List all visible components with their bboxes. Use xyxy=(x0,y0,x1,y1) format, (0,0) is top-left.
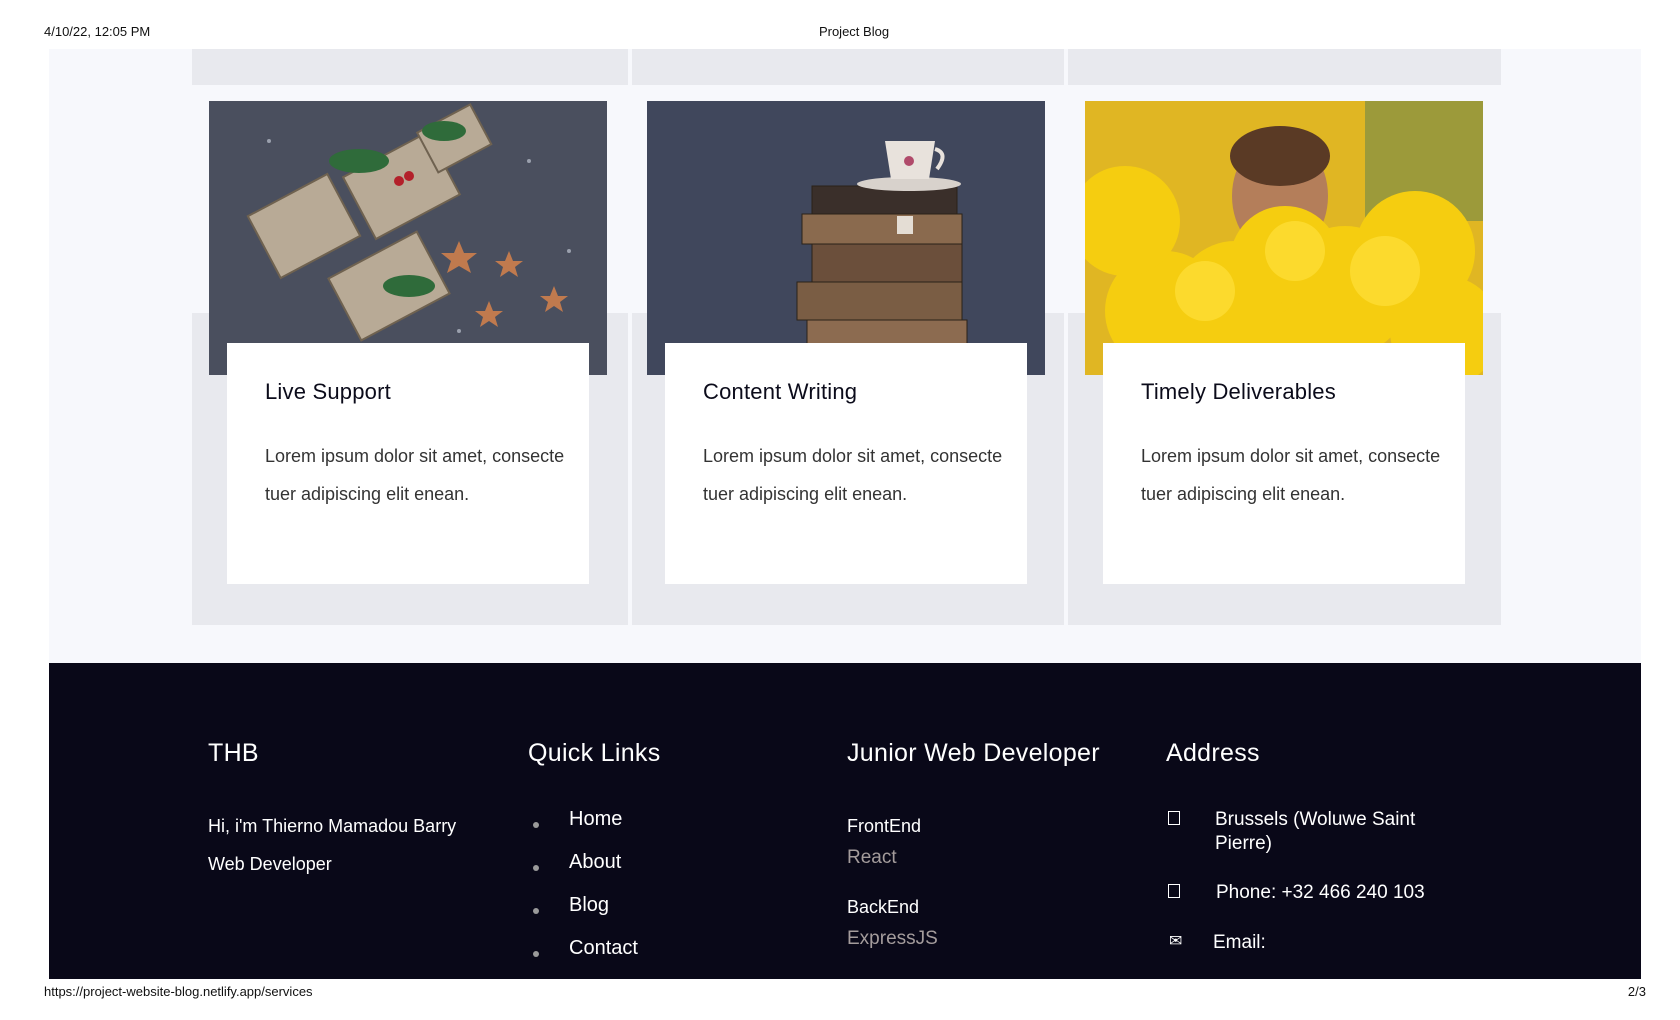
books-teacup-image xyxy=(647,101,1045,375)
yellow-smoke-image xyxy=(1085,101,1483,375)
phone-icon xyxy=(1168,884,1180,898)
bullet-icon xyxy=(533,951,539,957)
footer-link-blog[interactable]: Blog xyxy=(569,894,609,917)
bullet-icon xyxy=(533,908,539,914)
column-strip xyxy=(1068,49,1501,85)
footer-quick-links-heading: Quick Links xyxy=(528,739,661,767)
service-card-timely-deliverables: Timely Deliverables Lorem ipsum dolor si… xyxy=(1103,343,1465,584)
footer-backend-value: ExpressJS xyxy=(847,928,938,949)
footer-about-intro: Hi, i'm Thierno Mamadou Barry xyxy=(208,816,457,836)
print-url: https://project-website-blog.netlify.app… xyxy=(44,984,313,999)
footer-link-home[interactable]: Home xyxy=(569,808,622,831)
service-card-content-writing: Content Writing Lorem ipsum dolor sit am… xyxy=(665,343,1027,584)
footer-backend-label: BackEnd xyxy=(847,897,920,917)
gift-boxes-image xyxy=(209,101,607,375)
service-card-title: Content Writing xyxy=(703,379,858,404)
service-card-title: Timely Deliverables xyxy=(1141,379,1336,404)
print-page-number: 2/3 xyxy=(1627,984,1646,999)
footer-address-heading: Address xyxy=(1166,739,1260,767)
footer-about-heading: THB xyxy=(208,739,259,767)
print-title: Project Blog xyxy=(818,24,890,39)
column-strip xyxy=(192,49,628,85)
mail-icon: ✉ xyxy=(1169,933,1183,950)
location-icon xyxy=(1168,811,1180,825)
footer-link-contact[interactable]: Contact xyxy=(569,937,638,960)
footer-dev-heading: Junior Web Developer xyxy=(847,739,1100,767)
service-card-title: Live Support xyxy=(265,379,391,404)
bullet-icon xyxy=(533,865,539,871)
services-section: Live Support Lorem ipsum dolor sit amet,… xyxy=(49,49,1641,663)
footer-link-about[interactable]: About xyxy=(569,851,621,874)
service-card-text: Lorem ipsum dolor sit amet, consecte tue… xyxy=(1141,446,1441,504)
footer-address-phone: Phone: +32 466 240 103 xyxy=(1216,882,1425,903)
site-footer: THB Hi, i'm Thierno Mamadou Barry Web De… xyxy=(49,663,1641,979)
footer-address-location: Brussels (Woluwe Saint Pierre) xyxy=(1215,809,1416,854)
service-card-text: Lorem ipsum dolor sit amet, consecte tue… xyxy=(703,446,1003,504)
footer-about-role: Web Developer xyxy=(208,854,332,874)
footer-frontend-value: React xyxy=(847,847,897,868)
service-card-live-support: Live Support Lorem ipsum dolor sit amet,… xyxy=(227,343,589,584)
column-strip xyxy=(632,49,1064,85)
service-card-text: Lorem ipsum dolor sit amet, consecte tue… xyxy=(265,446,565,504)
footer-address-email: Email: xyxy=(1213,932,1266,953)
bullet-icon xyxy=(533,822,539,828)
footer-frontend-label: FrontEnd xyxy=(847,816,922,836)
